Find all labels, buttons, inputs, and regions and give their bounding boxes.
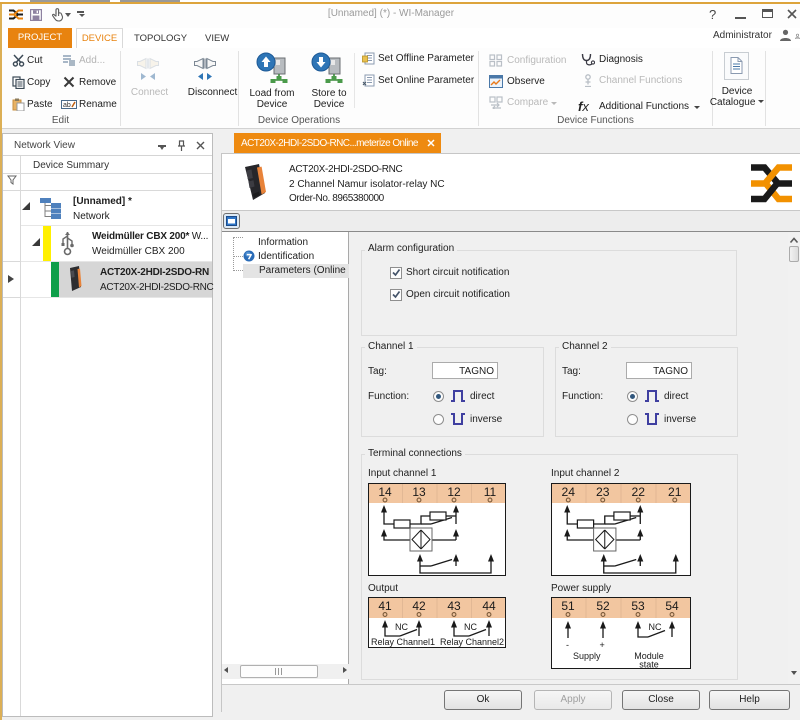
svg-text:52: 52 — [596, 599, 610, 613]
svg-text:Relay Channel2: Relay Channel2 — [440, 637, 504, 647]
svg-text:state: state — [639, 660, 659, 670]
svg-text:22: 22 — [631, 485, 645, 499]
svg-text:43: 43 — [447, 599, 461, 613]
svg-text:11: 11 — [484, 485, 497, 499]
svg-text:24: 24 — [561, 485, 575, 499]
svg-text:23: 23 — [596, 485, 610, 499]
svg-text:12: 12 — [447, 485, 461, 499]
svg-text:54: 54 — [665, 599, 679, 613]
svg-text:-: - — [566, 640, 569, 650]
svg-text:21: 21 — [668, 485, 682, 499]
svg-text:41: 41 — [378, 599, 392, 613]
svg-text:53: 53 — [631, 599, 645, 613]
svg-text:NC: NC — [649, 622, 662, 632]
svg-text:ab: ab — [63, 102, 71, 109]
svg-text:Supply: Supply — [573, 651, 601, 661]
svg-text:NC: NC — [395, 622, 408, 632]
svg-text:42: 42 — [412, 599, 426, 613]
svg-text:NC: NC — [464, 622, 477, 632]
svg-text:14: 14 — [378, 485, 392, 499]
svg-text:44: 44 — [482, 599, 496, 613]
svg-text:51: 51 — [561, 599, 575, 613]
svg-text:+: + — [600, 640, 605, 650]
svg-text:13: 13 — [412, 485, 426, 499]
svg-text:Relay Channel1: Relay Channel1 — [371, 637, 435, 647]
